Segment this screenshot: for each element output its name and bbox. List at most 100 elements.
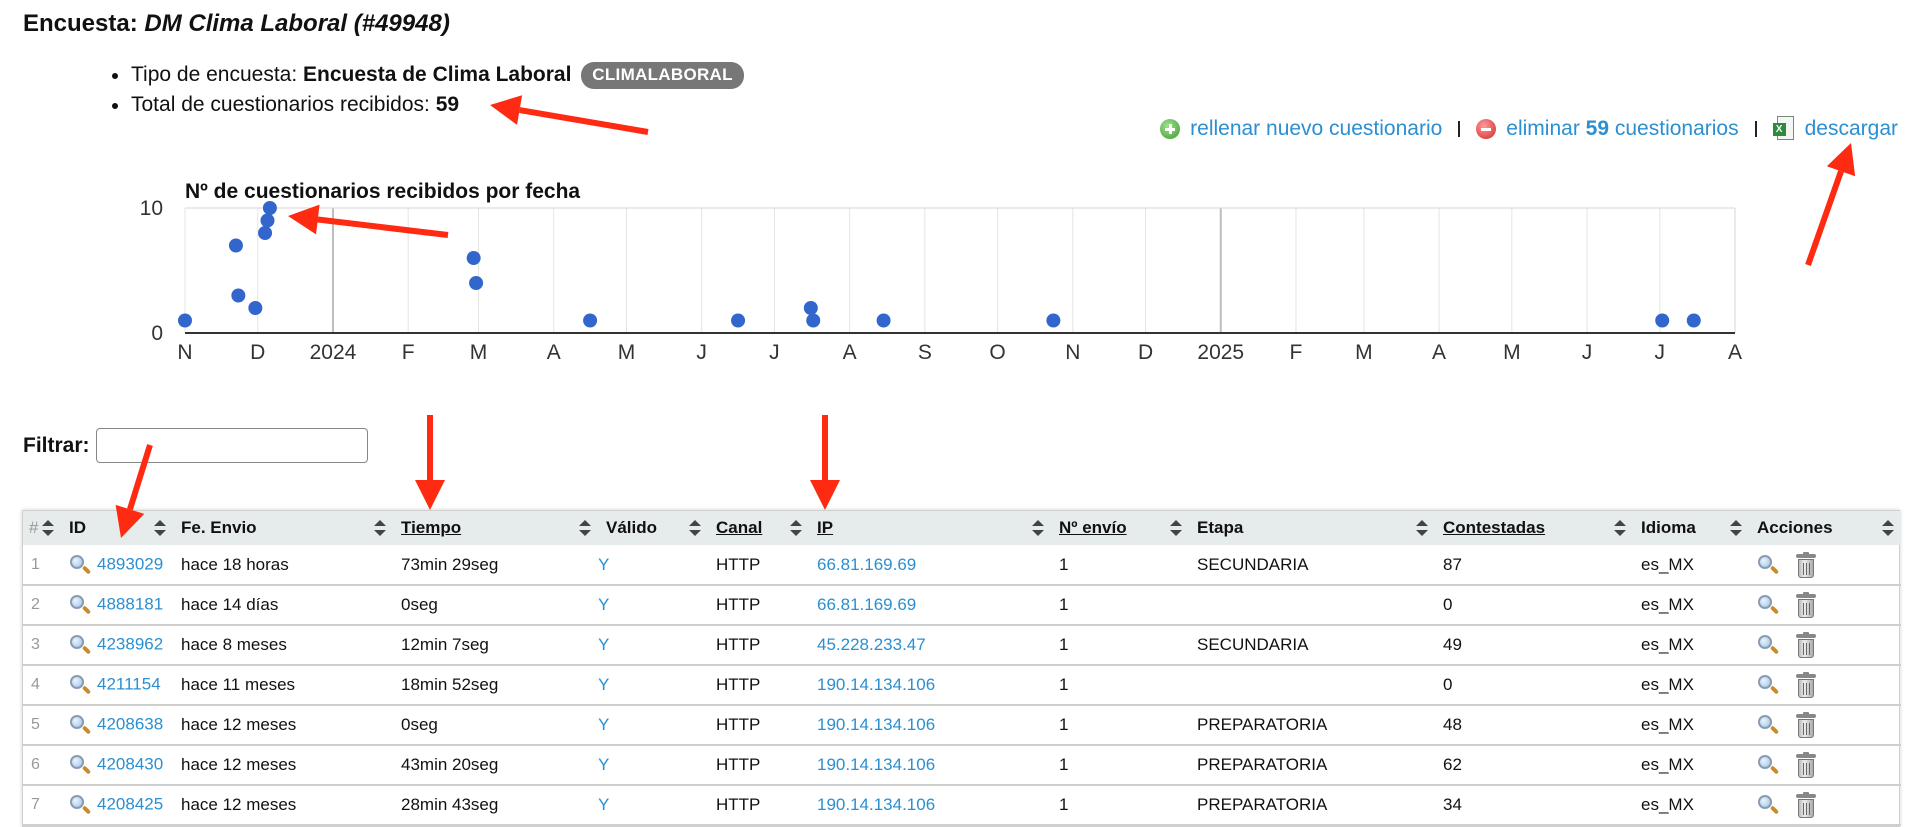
trash-icon[interactable] [1795,752,1817,778]
view-icon[interactable] [69,634,92,656]
chart-point[interactable] [178,313,192,328]
row-number: 5 [23,705,61,746]
plus-circle-icon [1160,119,1181,139]
row-ip-link[interactable]: 190.14.134.106 [817,715,935,734]
search-icon[interactable] [1757,594,1780,616]
chart-point[interactable] [228,238,243,253]
chart-point[interactable] [803,301,818,315]
row-ip-link[interactable]: 45.228.233.47 [817,635,926,654]
column-header-canal[interactable]: Canal [708,511,809,545]
chart-point[interactable] [248,301,263,315]
row-id-link[interactable]: 4211154 [97,674,161,693]
row-ip-cell: 66.81.169.69 [809,545,1051,586]
total-received-label: Total de cuestionarios recibidos: [131,93,430,116]
filter-label: Filtrar: [23,433,90,457]
row-id-link[interactable]: 4238962 [97,634,163,653]
chart-x-tick-label: A [1728,341,1742,364]
row-ip-link[interactable]: 190.14.134.106 [817,675,935,694]
view-icon[interactable] [69,594,92,616]
column-header-tiempo[interactable]: Tiempo [393,511,598,545]
search-icon[interactable] [1757,634,1780,656]
trash-icon[interactable] [1795,592,1817,618]
sort-icon [790,520,802,536]
view-icon[interactable] [69,754,92,776]
view-icon[interactable] [69,554,92,576]
chart-points [178,201,1701,328]
row-fecha: hace 14 días [173,585,393,626]
chart-x-tick-label: D [1138,341,1153,364]
row-fecha: hace 12 meses [173,745,393,786]
search-icon[interactable] [1757,554,1780,576]
row-ip-cell: 190.14.134.106 [809,705,1051,746]
chart-point[interactable] [1686,313,1701,328]
view-icon[interactable] [69,794,92,816]
row-fecha: hace 8 meses [173,625,393,666]
row-id-link[interactable]: 4208638 [97,714,163,733]
survey-type-label: Tipo de encuesta: [131,63,298,86]
chart-point[interactable] [262,201,277,215]
questionnaires-table: # ID Fe. Envio Tiempo Válido Canal IP Nº… [23,511,1901,826]
search-icon[interactable] [1757,714,1780,736]
chart-y-tick-label: 10 [140,197,163,220]
search-icon[interactable] [1757,794,1780,816]
column-header-ip[interactable]: IP [809,511,1051,545]
chart-point[interactable] [1046,313,1061,328]
fill-new-questionnaire-link[interactable]: rellenar nuevo cuestionario [1160,117,1442,141]
search-icon[interactable] [1757,674,1780,696]
trash-icon[interactable] [1795,672,1817,698]
row-contestadas: 0 [1435,585,1633,626]
column-header-fecha[interactable]: Fe. Envio [173,511,393,545]
row-valido: Y [598,545,708,586]
row-valido: Y [598,665,708,706]
trash-icon[interactable] [1795,551,1817,578]
row-id-link[interactable]: 4893029 [97,554,163,573]
column-header-rownum[interactable]: # [23,511,61,545]
chart-point[interactable] [806,313,821,328]
trash-icon[interactable] [1795,792,1817,818]
row-ip-link[interactable]: 190.14.134.106 [817,795,935,814]
row-valido: Y [598,785,708,826]
column-header-contestadas[interactable]: Contestadas [1435,511,1633,545]
chart-point[interactable] [876,313,891,328]
chart-point[interactable] [466,251,481,265]
view-icon[interactable] [69,714,92,736]
chart-point[interactable] [731,313,746,328]
table-row: 7 4208425 hace 12 meses 28min 43seg Y HTTP 190… [23,785,1901,826]
trash-icon[interactable] [1795,632,1817,658]
action-separator [1754,121,1757,137]
row-ip-link[interactable]: 66.81.169.69 [817,555,916,574]
row-ip-link[interactable]: 66.81.169.69 [817,595,916,614]
column-header-id[interactable]: ID [61,511,173,545]
filter-input[interactable] [95,428,368,463]
row-contestadas: 48 [1435,705,1633,746]
column-header-etapa[interactable]: Etapa [1189,511,1435,545]
chart-point[interactable] [1655,313,1670,328]
row-tiempo: 0seg [393,585,598,626]
column-header-idioma[interactable]: Idioma [1633,511,1749,545]
chart-point[interactable] [583,313,598,328]
row-canal: HTTP [708,545,809,586]
row-envio: 1 [1051,705,1189,746]
chart-point[interactable] [231,288,246,303]
download-link[interactable]: X descargar [1772,116,1898,142]
chart-point[interactable] [469,276,484,290]
view-icon[interactable] [69,674,92,696]
sort-icon [1614,520,1626,536]
row-etapa: PREPARATORIA [1189,785,1435,826]
table-body: 1 4893029 hace 18 horas 73min 29seg Y HTTP 66.… [23,545,1901,826]
search-icon[interactable] [1757,754,1780,776]
column-header-valido[interactable]: Válido [598,511,708,545]
delete-count: 59 [1585,117,1610,140]
column-header-envio[interactable]: Nº envío [1051,511,1189,545]
row-id-link[interactable]: 4888181 [97,594,163,613]
trash-icon[interactable] [1795,712,1817,738]
row-id-cell: 4238962 [61,625,173,666]
row-ip-link[interactable]: 190.14.134.106 [817,755,935,774]
row-id-link[interactable]: 4208425 [97,794,163,813]
row-id-link[interactable]: 4208430 [97,754,163,773]
column-header-acciones[interactable]: Acciones [1749,511,1901,545]
chart-point[interactable] [258,226,273,240]
row-actions [1749,545,1901,586]
delete-questionnaires-link[interactable]: eliminar 59 cuestionarios [1476,117,1739,141]
chart-point[interactable] [260,213,275,228]
